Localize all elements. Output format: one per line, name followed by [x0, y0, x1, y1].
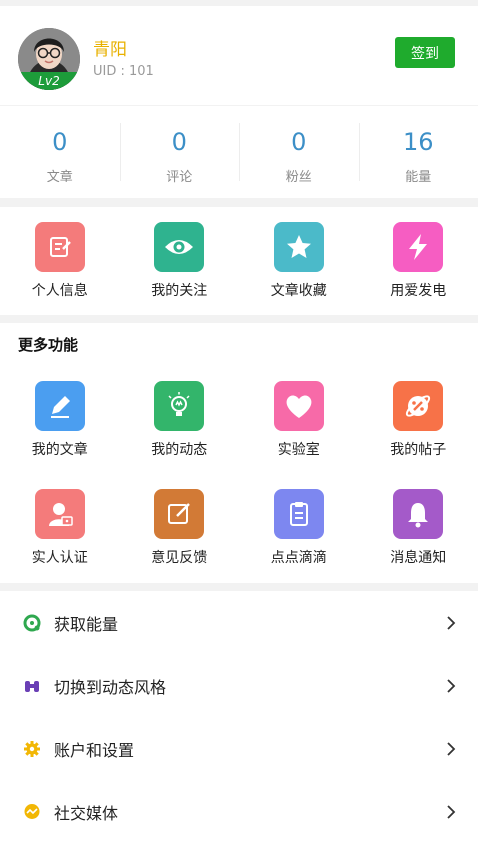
- menu-label: 社交媒体: [54, 803, 119, 823]
- quick-action-label: 文章收藏: [270, 283, 327, 299]
- feedback-icon: [154, 489, 205, 539]
- function-my-moments[interactable]: 我的动态: [120, 371, 240, 479]
- stat-energy[interactable]: 16 能量: [358, 106, 478, 198]
- function-label: 消息通知: [390, 550, 447, 566]
- chevron-right-icon: [447, 805, 456, 819]
- binoculars-icon: [23, 677, 41, 695]
- quick-actions: 个人信息 我的关注 文章收藏 用爱发电: [0, 207, 478, 315]
- username[interactable]: 青阳: [93, 35, 127, 60]
- quick-action-following[interactable]: 我的关注: [120, 207, 240, 315]
- section-title: 更多功能: [18, 336, 79, 354]
- energy-icon: [23, 614, 41, 632]
- stat-label: 评论: [166, 170, 193, 185]
- quick-action-favorites[interactable]: 文章收藏: [239, 207, 359, 315]
- menu-item-social-media[interactable]: 社交媒体: [0, 780, 478, 843]
- quick-action-label: 个人信息: [31, 283, 88, 299]
- profile-card: Lv2 青阳 UID : 101 签到: [0, 6, 478, 105]
- checkin-button[interactable]: 签到: [395, 37, 455, 68]
- quick-action-label: 用爱发电: [390, 283, 447, 299]
- function-bits[interactable]: 点点滴滴: [239, 479, 359, 587]
- eye-icon: [154, 222, 205, 272]
- avatar[interactable]: Lv2: [18, 28, 80, 90]
- function-label: 点点滴滴: [270, 550, 327, 566]
- menu-item-get-energy[interactable]: 获取能量: [0, 591, 478, 654]
- menu-item-account-settings[interactable]: 账户和设置: [0, 717, 478, 780]
- menu-label: 获取能量: [54, 614, 119, 634]
- function-label: 我的文章: [31, 442, 88, 458]
- chevron-right-icon: [447, 742, 456, 756]
- function-feedback[interactable]: 意见反馈: [120, 479, 240, 587]
- gear-icon: [23, 740, 41, 758]
- settings-menu: 获取能量 切换到动态风格 账户和设置 社交媒体: [0, 591, 478, 850]
- chat-icon: [23, 803, 41, 821]
- heart-icon: [273, 381, 324, 431]
- more-functions-section: 更多功能 我的文章 我的动态 实验室 我的帖子 实人认证 意见反馈 点点滴滴 消…: [0, 323, 478, 583]
- function-notifications[interactable]: 消息通知: [359, 479, 478, 587]
- star-icon: [273, 222, 324, 272]
- stat-value: 16: [402, 128, 434, 156]
- stats-bar: 0 文章 0 评论 0 粉丝 16 能量: [0, 106, 478, 198]
- pencil-icon: [34, 381, 85, 431]
- quick-action-profile-info[interactable]: 个人信息: [0, 207, 120, 315]
- stat-comments[interactable]: 0 评论: [119, 106, 240, 198]
- menu-label: 切换到动态风格: [54, 677, 167, 697]
- function-label: 意见反馈: [151, 550, 208, 566]
- chevron-right-icon: [447, 616, 456, 630]
- user-id: UID : 101: [93, 64, 154, 79]
- bell-icon: [393, 489, 444, 539]
- planet-icon: [393, 381, 444, 431]
- menu-item-switch-style[interactable]: 切换到动态风格: [0, 654, 478, 717]
- menu-label: 账户和设置: [54, 740, 135, 760]
- function-label: 实验室: [277, 442, 320, 458]
- function-my-posts[interactable]: 我的帖子: [359, 371, 478, 479]
- stat-value: 0: [52, 128, 68, 156]
- quick-action-donate[interactable]: 用爱发电: [359, 207, 478, 315]
- stat-label: 文章: [46, 170, 73, 185]
- level-badge: Lv2: [18, 72, 80, 90]
- user-id-icon: [34, 489, 85, 539]
- stat-articles[interactable]: 0 文章: [0, 106, 120, 198]
- stat-label: 粉丝: [285, 170, 312, 185]
- function-my-articles[interactable]: 我的文章: [0, 371, 120, 479]
- lightning-icon: [393, 222, 444, 272]
- edit-profile-icon: [34, 222, 85, 272]
- function-label: 实人认证: [31, 550, 88, 566]
- function-grid: 我的文章 我的动态 实验室 我的帖子 实人认证 意见反馈 点点滴滴 消息通知: [0, 371, 478, 587]
- function-lab[interactable]: 实验室: [239, 371, 359, 479]
- stat-fans[interactable]: 0 粉丝: [239, 106, 359, 198]
- clipboard-icon: [273, 489, 324, 539]
- stat-label: 能量: [405, 170, 432, 185]
- quick-action-label: 我的关注: [151, 283, 208, 299]
- stat-value: 0: [171, 128, 187, 156]
- chevron-right-icon: [447, 679, 456, 693]
- bulb-icon: [154, 381, 205, 431]
- stat-value: 0: [291, 128, 307, 156]
- function-identity-verify[interactable]: 实人认证: [0, 479, 120, 587]
- function-label: 我的动态: [151, 442, 208, 458]
- function-label: 我的帖子: [390, 442, 447, 458]
